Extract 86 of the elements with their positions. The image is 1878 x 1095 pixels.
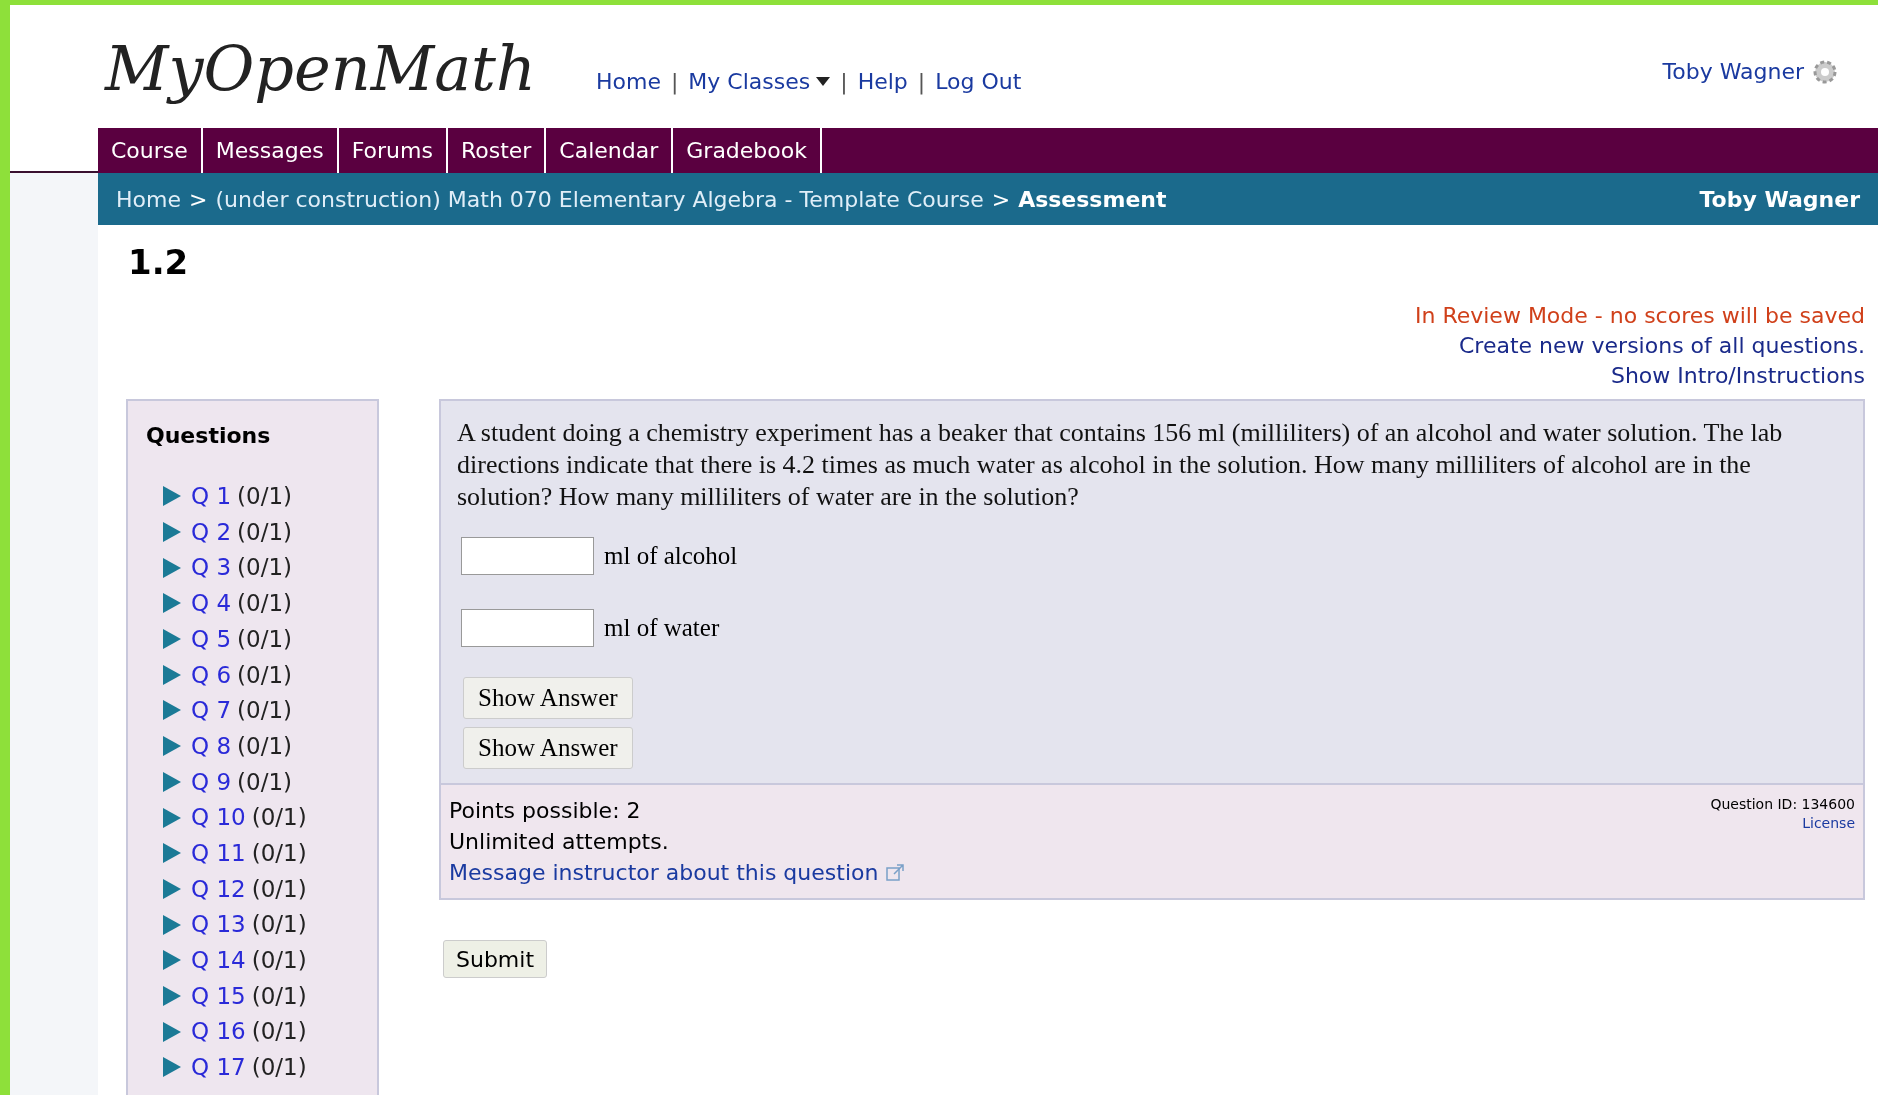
- question-link[interactable]: Q 1: [191, 479, 232, 514]
- question-link[interactable]: Q 3: [191, 550, 232, 585]
- triangle-icon: [163, 522, 181, 543]
- points-text: Points possible: 2: [449, 797, 642, 825]
- question-link[interactable]: Q 6: [191, 657, 232, 693]
- breadcrumb-separator: >: [188, 185, 208, 214]
- triangle-icon: [163, 700, 181, 721]
- question-link[interactable]: Q 7: [191, 693, 232, 728]
- question-score: (0/1): [251, 838, 307, 868]
- question-link[interactable]: Q 2: [191, 514, 232, 550]
- question-link[interactable]: Q 11: [191, 835, 246, 871]
- nav-separator: |: [917, 68, 926, 97]
- triangle-icon: [163, 985, 181, 1006]
- question-score: (0/1): [251, 1053, 307, 1083]
- question-score: (0/1): [237, 767, 293, 797]
- question-id: Question ID: 134600: [1710, 795, 1855, 814]
- triangle-icon: [163, 593, 181, 614]
- nav-separator: |: [670, 68, 679, 97]
- question-score: (0/1): [237, 660, 293, 690]
- external-link-icon: [886, 863, 905, 882]
- question-score: (0/1): [251, 981, 307, 1011]
- triangle-icon: [163, 843, 181, 864]
- question-link[interactable]: Q 9: [191, 764, 232, 800]
- show-answer-button[interactable]: Show Answer: [463, 727, 633, 769]
- question-link[interactable]: Q 16: [191, 1014, 246, 1049]
- notice-link[interactable]: Create new versions of all questions.: [1459, 331, 1865, 361]
- notice-text: In Review Mode - no scores will be saved: [1414, 302, 1865, 330]
- nav-separator: |: [840, 68, 848, 97]
- triangle-icon: [163, 1057, 181, 1078]
- caret-icon: [816, 77, 831, 86]
- question-score: (0/1): [237, 624, 293, 654]
- question-link[interactable]: Q 14: [191, 943, 246, 978]
- message-link[interactable]: Message instructor about this question: [449, 857, 905, 888]
- show-answer-button[interactable]: Show Answer: [463, 677, 633, 719]
- notice-link[interactable]: Show Intro/Instructions: [1610, 361, 1865, 391]
- question-score: (0/1): [251, 1017, 307, 1047]
- question-link[interactable]: Q 13: [191, 907, 246, 942]
- question-score: (0/1): [237, 589, 293, 619]
- question-link[interactable]: Q 15: [191, 978, 246, 1014]
- breadcrumb-link[interactable]: Home: [116, 182, 181, 216]
- attempts-text: Unlimited attempts.: [449, 828, 670, 856]
- breadcrumb-separator: >: [991, 185, 1011, 214]
- question-link[interactable]: Q 8: [191, 728, 232, 764]
- question-score: (0/1): [237, 553, 293, 583]
- triangle-icon: [163, 557, 181, 578]
- nav-link[interactable]: My Classes: [688, 65, 831, 98]
- question-score: (0/1): [237, 517, 293, 547]
- question-link[interactable]: Q 12: [191, 871, 246, 907]
- question-link[interactable]: Q 17: [191, 1050, 246, 1085]
- breadcrumb-current: Assessment: [1018, 185, 1167, 214]
- question-text: A student doing a chemistry experiment has a beaker that contains 156 ml (milliliters) of an alcohol and water solution. The lab directions indicate that there is 4.2 times as much water as alcohol in the solution. How many milliliters of alcohol are in the solution? How many milliliters of water are in the solution?: [457, 417, 1784, 513]
- triangle-icon: [163, 1021, 181, 1042]
- nav-link[interactable]: Log Out: [935, 65, 1022, 98]
- question-score: (0/1): [251, 874, 307, 904]
- question-score: (0/1): [251, 946, 307, 976]
- triangle-icon: [163, 664, 181, 685]
- page-title: 1.2: [128, 245, 190, 279]
- question-score: (0/1): [251, 803, 307, 833]
- breadcrumb-link[interactable]: (under construction) Math 070 Elementary Algebra - Template Course: [215, 182, 984, 216]
- unit-label: ml of water: [604, 613, 720, 644]
- question-link[interactable]: Q 5: [191, 621, 232, 657]
- nav-link[interactable]: Help: [857, 65, 908, 98]
- gear-icon[interactable]: [1812, 58, 1838, 85]
- submit-button[interactable]: Submit: [443, 940, 548, 978]
- question-score: (0/1): [251, 910, 307, 940]
- question-score: (0/1): [237, 482, 293, 512]
- question-link[interactable]: Q 4: [191, 586, 232, 621]
- question-score: (0/1): [237, 731, 293, 761]
- breadcrumb-user: Toby Wagner: [1699, 185, 1860, 214]
- triangle-icon: [163, 486, 181, 507]
- triangle-icon: [163, 629, 181, 650]
- triangle-icon: [163, 914, 181, 935]
- triangle-icon: [163, 736, 181, 757]
- triangle-icon: [163, 878, 181, 899]
- answer-field[interactable]: [461, 609, 594, 647]
- answer-field[interactable]: [461, 537, 594, 575]
- triangle-icon: [163, 950, 181, 971]
- question-link[interactable]: Q 10: [191, 800, 246, 835]
- user-name[interactable]: Toby Wagner: [1662, 55, 1804, 88]
- nav-link[interactable]: Home: [595, 65, 661, 98]
- license-link[interactable]: License: [1802, 814, 1855, 833]
- unit-label: ml of alcohol: [604, 541, 738, 572]
- question-score: (0/1): [237, 696, 293, 726]
- triangle-icon: [163, 807, 181, 828]
- panel-heading: Questions: [146, 422, 272, 450]
- triangle-icon: [163, 771, 181, 792]
